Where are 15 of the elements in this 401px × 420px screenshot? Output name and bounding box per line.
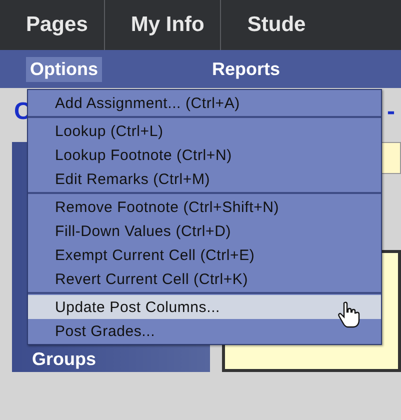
hand-cursor-icon <box>338 301 360 329</box>
menu-tab[interactable]: Reports <box>208 56 284 82</box>
sidebar-item[interactable]: Groups <box>32 349 96 370</box>
nav-item[interactable]: Stude <box>221 0 322 50</box>
menu-item[interactable]: Edit Remarks (Ctrl+M) <box>28 167 381 191</box>
page-heading: - <box>387 98 395 127</box>
menu-tab[interactable]: Options <box>26 56 102 82</box>
menu-item[interactable]: Add Assignment... (Ctrl+A) <box>28 91 381 115</box>
menu-item[interactable]: Revert Current Cell (Ctrl+K) <box>28 267 381 291</box>
menu-item[interactable]: Post Grades... <box>28 319 381 343</box>
menu-item[interactable]: Remove Footnote (Ctrl+Shift+N) <box>28 195 381 219</box>
menu-item[interactable]: Lookup (Ctrl+L) <box>28 119 381 143</box>
menu-item[interactable]: Exempt Current Cell (Ctrl+E) <box>28 243 381 267</box>
menu-item[interactable]: Fill-Down Values (Ctrl+D) <box>28 219 381 243</box>
menu-item[interactable]: Lookup Footnote (Ctrl+N) <box>28 143 381 167</box>
